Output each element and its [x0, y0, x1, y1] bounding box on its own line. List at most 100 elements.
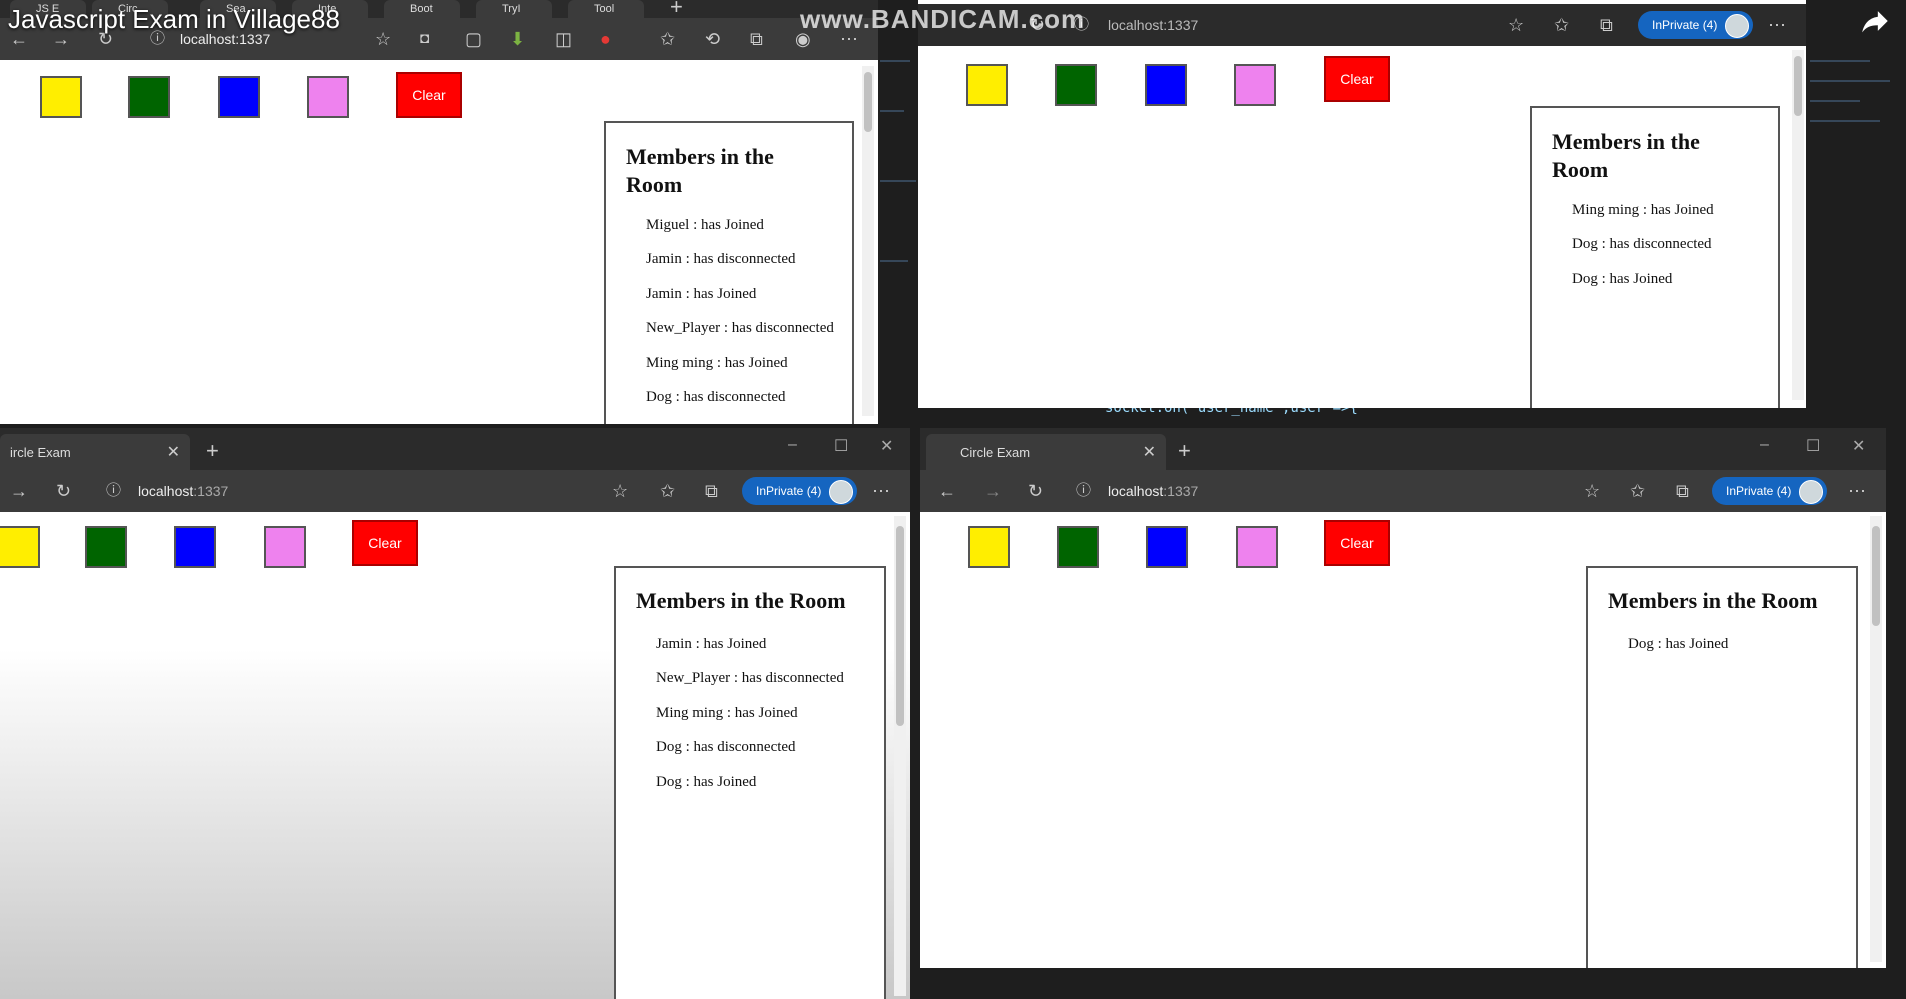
- new-tab-icon[interactable]: +: [1178, 438, 1191, 464]
- panel-title: Members in the Room: [1608, 588, 1818, 613]
- more-icon[interactable]: ⋯: [1848, 470, 1866, 512]
- new-tab-icon[interactable]: +: [206, 438, 219, 464]
- minimize-icon[interactable]: –: [788, 436, 797, 454]
- inprivate-badge[interactable]: InPrivate (4): [1638, 11, 1754, 39]
- collections-icon[interactable]: ⧉: [1676, 470, 1689, 512]
- color-swatch-green[interactable]: [85, 526, 127, 568]
- color-swatch-violet[interactable]: [1234, 64, 1276, 106]
- maximize-icon[interactable]: ☐: [1806, 436, 1820, 456]
- collections-icon[interactable]: ⧉: [1600, 4, 1613, 46]
- clear-button[interactable]: Clear: [1324, 520, 1390, 566]
- member-entry: Dog : has disconnected: [1572, 236, 1712, 252]
- favorites-icon[interactable]: ✩: [1554, 4, 1569, 46]
- member-entry: Ming ming : has Joined: [1572, 202, 1714, 218]
- info-icon: ⓘ: [1076, 482, 1092, 499]
- color-swatch-green[interactable]: [1057, 526, 1099, 568]
- close-window-icon[interactable]: ✕: [880, 436, 893, 456]
- inprivate-badge[interactable]: InPrivate (4): [1712, 477, 1828, 505]
- clear-button[interactable]: Clear: [1324, 56, 1390, 102]
- forward-icon[interactable]: →: [10, 470, 28, 512]
- favorite-add-icon[interactable]: ☆: [1508, 4, 1524, 46]
- inprivate-label: InPrivate (4): [1652, 18, 1718, 32]
- favorites-icon[interactable]: ✩: [660, 18, 675, 60]
- color-swatch-yellow[interactable]: [968, 526, 1010, 568]
- close-tab-icon[interactable]: ✕: [167, 442, 180, 462]
- page-content: Clear Members in the Room Jamin : has Jo…: [0, 512, 910, 999]
- close-tab-icon[interactable]: ✕: [1143, 442, 1156, 462]
- vertical-scrollbar[interactable]: [1792, 50, 1804, 400]
- browser-toolbar: → ↻ ⓘ localhost:1337 ☆ ✩ ⧉ InPrivate (4)…: [0, 470, 910, 512]
- minimize-icon[interactable]: –: [1760, 436, 1769, 454]
- favorite-add-icon[interactable]: ☆: [1584, 470, 1600, 512]
- color-swatch-violet[interactable]: [307, 76, 349, 118]
- more-icon[interactable]: ⋯: [1768, 4, 1786, 46]
- tab-circle-exam[interactable]: Circle Exam ✕: [926, 434, 1166, 470]
- color-swatch-blue[interactable]: [218, 76, 260, 118]
- favorite-add-icon[interactable]: ☆: [375, 18, 391, 60]
- new-tab-icon[interactable]: +: [670, 0, 683, 20]
- member-entry: New_Player : has disconnected: [646, 320, 834, 336]
- address-bar[interactable]: localhost:1337: [138, 476, 338, 506]
- color-swatch-violet[interactable]: [264, 526, 306, 568]
- members-panel: Members in the Room Miguel : has Joined …: [604, 121, 854, 424]
- vertical-scrollbar[interactable]: [1870, 516, 1882, 962]
- color-swatch-blue[interactable]: [1145, 64, 1187, 106]
- inprivate-label: InPrivate (4): [1726, 484, 1792, 498]
- address-port: :1337: [193, 483, 229, 499]
- share-icon[interactable]: [1858, 4, 1892, 43]
- refresh-icon[interactable]: ↻: [56, 470, 71, 512]
- camera-icon[interactable]: ◘: [420, 18, 429, 60]
- tab-tryit[interactable]: TryI: [476, 0, 552, 18]
- close-window-icon[interactable]: ✕: [1852, 436, 1865, 456]
- back-icon[interactable]: ←: [938, 470, 956, 512]
- tab-label: Circle Exam: [960, 444, 1031, 460]
- color-swatch-blue[interactable]: [1146, 526, 1188, 568]
- inprivate-badge[interactable]: InPrivate (4): [742, 477, 858, 505]
- vertical-scrollbar[interactable]: [862, 66, 874, 416]
- tab-strip: ircle Exam ✕ + – ☐ ✕: [0, 428, 910, 470]
- collections-icon[interactable]: ⧉: [750, 18, 763, 60]
- extension-icon[interactable]: ▢: [465, 18, 482, 60]
- tab-circle-exam[interactable]: ircle Exam ✕: [0, 434, 190, 470]
- color-swatch-blue[interactable]: [174, 526, 216, 568]
- tab-tool[interactable]: Tool: [568, 0, 644, 18]
- reader-icon[interactable]: ◫: [555, 18, 572, 60]
- panel-title: Members in the Room: [626, 144, 774, 197]
- download-icon[interactable]: ⬇: [510, 18, 525, 60]
- color-swatch-green[interactable]: [1055, 64, 1097, 106]
- clear-button[interactable]: Clear: [352, 520, 418, 566]
- page-content: Clear Members in the Room Dog : has Join…: [920, 512, 1886, 968]
- forward-icon[interactable]: →: [984, 470, 1002, 512]
- member-entry: Miguel : has Joined: [646, 217, 764, 233]
- clear-button[interactable]: Clear: [396, 72, 462, 118]
- member-entry: Dog : has disconnected: [646, 389, 786, 405]
- favorites-icon[interactable]: ✩: [660, 470, 675, 512]
- record-icon[interactable]: ●: [600, 18, 611, 60]
- address-bar[interactable]: localhost:1337: [1108, 476, 1308, 506]
- more-icon[interactable]: ⋯: [872, 470, 890, 512]
- vertical-scrollbar[interactable]: [894, 516, 906, 996]
- avatar: [1725, 14, 1750, 38]
- color-swatch-yellow[interactable]: [0, 526, 40, 568]
- color-swatch-violet[interactable]: [1236, 526, 1278, 568]
- browser-window-bottom-left: ircle Exam ✕ + – ☐ ✕ → ↻ ⓘ localhost:133…: [0, 428, 910, 999]
- member-entry: Dog : has Joined: [1628, 636, 1729, 652]
- color-swatch-yellow[interactable]: [40, 76, 82, 118]
- favorite-add-icon[interactable]: ☆: [612, 470, 628, 512]
- address-host: localhost: [138, 483, 194, 499]
- address-bar[interactable]: localhost:1337: [1108, 10, 1288, 40]
- collections-icon[interactable]: ⧉: [705, 470, 718, 512]
- history-icon[interactable]: ⟲: [705, 18, 720, 60]
- panel-title: Members in the Room: [1552, 129, 1700, 182]
- color-swatch-yellow[interactable]: [966, 64, 1008, 106]
- recorder-watermark: www.BANDICAM.com: [800, 4, 1086, 34]
- member-entry: Jamin : has Joined: [646, 286, 757, 302]
- favorites-icon[interactable]: ✩: [1630, 470, 1645, 512]
- tab-boot[interactable]: Boot: [384, 0, 460, 18]
- color-swatch-green[interactable]: [128, 76, 170, 118]
- maximize-icon[interactable]: ☐: [834, 436, 848, 456]
- address-port: :1337: [1163, 483, 1199, 499]
- address-host: localhost: [1108, 483, 1164, 499]
- page-content: Clear Members in the Room Miguel : has J…: [0, 60, 878, 424]
- refresh-icon[interactable]: ↻: [1028, 470, 1043, 512]
